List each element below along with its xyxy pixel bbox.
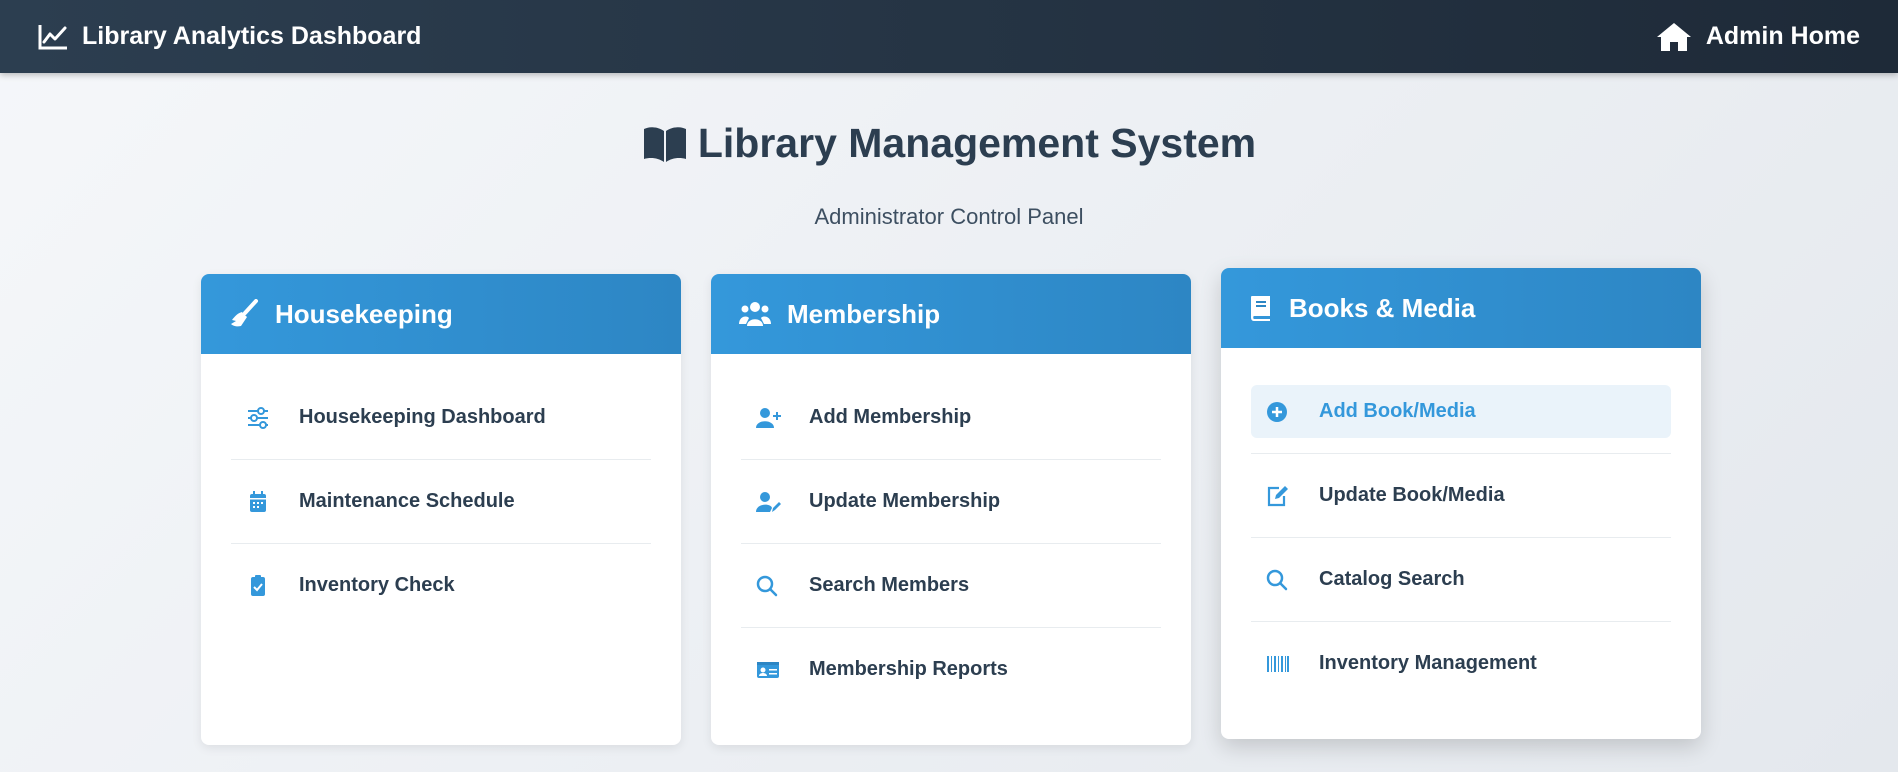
broom-icon bbox=[231, 299, 258, 327]
membership-card-header: Membership bbox=[711, 274, 1191, 354]
catalog-search-link[interactable]: Catalog Search bbox=[1251, 553, 1671, 606]
top-navbar: Library Analytics Dashboard Admin Home bbox=[0, 0, 1898, 73]
update-membership-label: Update Membership bbox=[809, 490, 1001, 512]
user-plus-icon bbox=[756, 407, 781, 428]
books-media-title: Books & Media bbox=[1289, 292, 1476, 323]
maintenance-schedule-link[interactable]: Maintenance Schedule bbox=[231, 475, 651, 528]
search-members-label: Search Members bbox=[809, 574, 970, 596]
inventory-check-link[interactable]: Inventory Check bbox=[231, 559, 651, 612]
catalog-search-label: Catalog Search bbox=[1319, 568, 1465, 590]
housekeeping-card-header: Housekeeping bbox=[201, 274, 681, 354]
open-book-icon bbox=[643, 126, 686, 162]
inventory-management-link[interactable]: Inventory Management bbox=[1251, 637, 1671, 690]
inventory-management-label: Inventory Management bbox=[1319, 652, 1537, 674]
update-book-media-label: Update Book/Media bbox=[1319, 484, 1505, 506]
housekeeping-title: Housekeeping bbox=[275, 298, 453, 329]
calendar-icon bbox=[250, 490, 266, 512]
book-icon bbox=[1251, 296, 1270, 321]
search-icon bbox=[756, 575, 778, 596]
membership-title: Membership bbox=[787, 298, 941, 329]
id-card-icon bbox=[757, 661, 779, 678]
maintenance-schedule-label: Maintenance Schedule bbox=[299, 490, 515, 512]
admin-home-link[interactable]: Admin Home bbox=[1656, 22, 1860, 52]
housekeeping-dashboard-label: Housekeeping Dashboard bbox=[299, 406, 546, 428]
barcode-icon bbox=[1267, 655, 1289, 672]
page-subtitle: Administrator Control Panel bbox=[814, 204, 1084, 229]
admin-home-label: Admin Home bbox=[1705, 22, 1860, 50]
brand-link[interactable]: Library Analytics Dashboard bbox=[38, 22, 421, 51]
books-media-card: Books & Media Add Book/Media Update Book… bbox=[1221, 268, 1701, 739]
membership-card: Membership Add Membership Update Members bbox=[711, 274, 1191, 745]
add-book-media-label: Add Book/Media bbox=[1319, 400, 1476, 422]
edit-icon bbox=[1267, 485, 1288, 506]
users-icon bbox=[739, 302, 771, 326]
user-edit-icon bbox=[756, 491, 781, 512]
membership-reports-label: Membership Reports bbox=[809, 658, 1008, 680]
page-title: Library Management System bbox=[0, 120, 1898, 167]
home-icon bbox=[1656, 22, 1691, 51]
search-icon bbox=[1266, 569, 1288, 590]
brand-title: Library Analytics Dashboard bbox=[82, 22, 422, 50]
plus-circle-icon bbox=[1267, 401, 1287, 422]
search-members-link[interactable]: Search Members bbox=[741, 559, 1161, 612]
page-title-text: Library Management System bbox=[697, 120, 1257, 166]
chart-line-icon bbox=[38, 24, 67, 49]
books-media-card-header: Books & Media bbox=[1221, 268, 1701, 348]
update-book-media-link[interactable]: Update Book/Media bbox=[1251, 469, 1671, 522]
update-membership-link[interactable]: Update Membership bbox=[741, 475, 1161, 528]
housekeeping-dashboard-link[interactable]: Housekeeping Dashboard bbox=[231, 391, 651, 444]
add-book-media-link[interactable]: Add Book/Media bbox=[1251, 385, 1671, 438]
membership-reports-link[interactable]: Membership Reports bbox=[741, 643, 1161, 696]
add-membership-link[interactable]: Add Membership bbox=[741, 391, 1161, 444]
sliders-icon bbox=[248, 406, 268, 429]
inventory-check-label: Inventory Check bbox=[299, 574, 455, 596]
clipboard-check-icon bbox=[251, 574, 265, 596]
add-membership-label: Add Membership bbox=[809, 406, 972, 428]
housekeeping-card: Housekeeping Housekeeping Dashboard Main… bbox=[201, 274, 681, 745]
